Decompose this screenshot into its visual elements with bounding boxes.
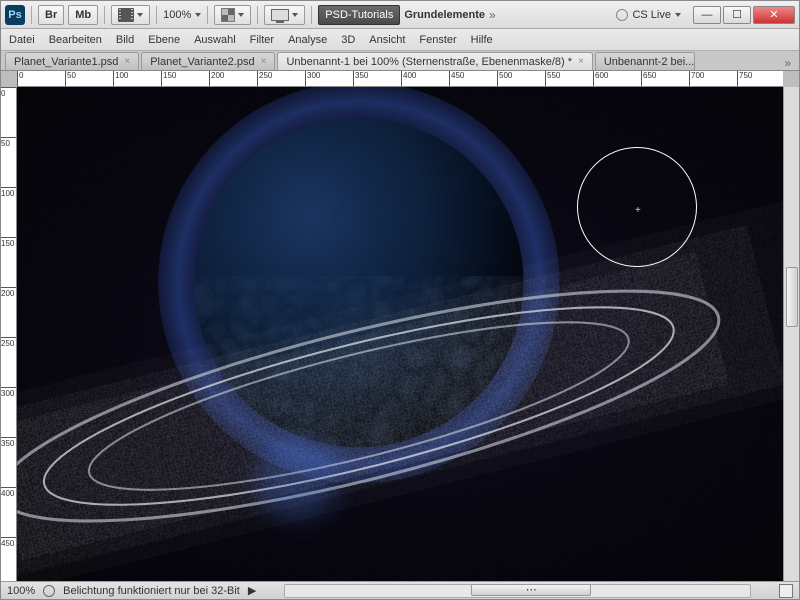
tab-doc2[interactable]: Planet_Variante2.psd× — [141, 52, 275, 70]
scroll-thumb[interactable]: ⋯ — [471, 584, 591, 596]
menu-filter[interactable]: Filter — [250, 34, 274, 46]
menu-bearbeiten[interactable]: Bearbeiten — [49, 34, 102, 46]
cslive-button[interactable]: CS Live — [608, 9, 689, 21]
ruler-vertical[interactable]: 050100150200250300350400450 — [1, 87, 17, 581]
cslive-icon — [616, 9, 628, 21]
menubar: Datei Bearbeiten Bild Ebene Auswahl Filt… — [1, 29, 799, 51]
status-zoom[interactable]: 100% — [7, 585, 35, 597]
scrollbar-horizontal[interactable]: ⋯ — [284, 584, 751, 598]
menu-ebene[interactable]: Ebene — [148, 34, 180, 46]
screen-icon — [271, 9, 289, 21]
chevron-right-icon[interactable]: ▶ — [248, 584, 256, 597]
maximize-button[interactable]: ☐ — [723, 6, 751, 24]
menu-auswahl[interactable]: Auswahl — [194, 34, 236, 46]
zoom-level[interactable]: 100% — [163, 9, 191, 21]
chevron-right-icon[interactable]: » — [489, 8, 494, 22]
close-icon[interactable]: × — [124, 56, 130, 67]
close-button[interactable]: ✕ — [753, 6, 795, 24]
tab-overflow-button[interactable]: » — [778, 56, 795, 70]
minimize-button[interactable]: — — [693, 6, 721, 24]
workspace-label[interactable]: Grundelemente — [404, 9, 485, 21]
menu-hilfe[interactable]: Hilfe — [471, 34, 493, 46]
menu-ansicht[interactable]: Ansicht — [369, 34, 405, 46]
bridge-button[interactable]: Br — [38, 5, 64, 25]
workspace-button[interactable]: PSD-Tutorials — [318, 5, 400, 25]
menu-bild[interactable]: Bild — [116, 34, 134, 46]
scroll-thumb[interactable] — [786, 267, 798, 327]
scrollbar-vertical[interactable] — [783, 87, 799, 581]
workspace: 0501001502002503003504004505005506006507… — [1, 71, 799, 599]
app-window: Ps Br Mb 100% PSD-Tutorials Grundelement… — [0, 0, 800, 600]
close-icon[interactable]: × — [261, 56, 267, 67]
clip-button[interactable] — [111, 5, 150, 25]
photoshop-icon: Ps — [5, 5, 25, 25]
tab-doc1[interactable]: Planet_Variante1.psd× — [5, 52, 139, 70]
statusbar: 100% Belichtung funktioniert nur bei 32-… — [1, 581, 799, 599]
ruler-horizontal[interactable]: 0501001502002503003504004505005506006507… — [17, 71, 783, 87]
arrange-button[interactable] — [214, 5, 251, 25]
grid-icon — [221, 8, 235, 22]
screenmode-button[interactable] — [264, 5, 305, 25]
document-tabbar: Planet_Variante1.psd× Planet_Variante2.p… — [1, 51, 799, 71]
menu-fenster[interactable]: Fenster — [419, 34, 456, 46]
status-icon[interactable] — [43, 585, 55, 597]
tab-doc3[interactable]: Unbenannt-1 bei 100% (Sternenstraße, Ebe… — [277, 52, 592, 70]
film-icon — [118, 8, 134, 22]
menu-3d[interactable]: 3D — [341, 34, 355, 46]
titlebar: Ps Br Mb 100% PSD-Tutorials Grundelement… — [1, 1, 799, 29]
canvas[interactable]: + — [17, 87, 783, 581]
minibridge-button[interactable]: Mb — [68, 5, 98, 25]
status-text: Belichtung funktioniert nur bei 32-Bit — [63, 585, 240, 597]
close-icon[interactable]: × — [578, 56, 584, 67]
corner-handle[interactable] — [779, 584, 793, 598]
menu-analyse[interactable]: Analyse — [288, 34, 327, 46]
menu-datei[interactable]: Datei — [9, 34, 35, 46]
tab-doc4[interactable]: Unbenannt-2 bei... — [595, 52, 695, 70]
